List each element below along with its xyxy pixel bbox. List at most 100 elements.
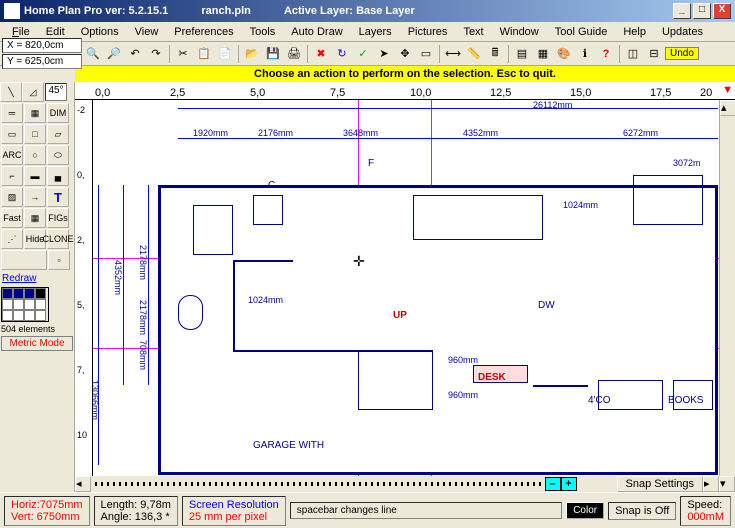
- toolbar-top: X = 820,0cm Y = 625,0cm 🔍 🔎 ↶ ↷ ✂ 📋 📄 📂 …: [0, 42, 735, 66]
- action-hint-bar: Choose an action to perform on the selec…: [75, 66, 735, 82]
- copy-icon[interactable]: 📋: [194, 44, 214, 64]
- clone-tool[interactable]: CLONE: [47, 229, 69, 249]
- scroll-up-button[interactable]: ▴: [720, 100, 735, 116]
- menu-toolguide[interactable]: Tool Guide: [547, 24, 616, 40]
- menu-help[interactable]: Help: [615, 24, 654, 40]
- door-tool[interactable]: ⌐: [1, 166, 23, 186]
- angle-tool[interactable]: ◿: [22, 82, 44, 102]
- scroll-track[interactable]: [95, 482, 541, 486]
- table-tool[interactable]: ▦: [24, 208, 46, 228]
- ellipse-tool[interactable]: ⬭: [47, 145, 69, 165]
- open-icon[interactable]: 📂: [242, 44, 262, 64]
- app-icon: [4, 3, 20, 19]
- redo-icon[interactable]: ↷: [146, 44, 166, 64]
- title-text: Home Plan Pro ver: 5.2.15.1 ranch.pln Ac…: [24, 5, 673, 17]
- menu-preferences[interactable]: Preferences: [166, 24, 241, 40]
- coord-x: X = 820,0cm: [2, 38, 82, 53]
- fast-tool[interactable]: Fast: [1, 208, 23, 228]
- info-icon[interactable]: ℹ: [575, 44, 595, 64]
- hatch-tool[interactable]: ▨: [1, 187, 23, 207]
- color-button[interactable]: Color: [566, 502, 604, 519]
- menu-pictures[interactable]: Pictures: [400, 24, 456, 40]
- menu-updates[interactable]: Updates: [654, 24, 711, 40]
- circle-tool[interactable]: ○: [24, 145, 46, 165]
- statusbar: Horiz:7075mm Vert: 6750mm Length: 9,78m …: [0, 492, 735, 528]
- ruler-vertical: -2 0, 2, 5, 7, 10: [75, 100, 93, 476]
- element-count: 504 elements: [0, 323, 74, 335]
- line-tool[interactable]: ╲: [0, 82, 22, 102]
- move-icon[interactable]: ✥: [395, 44, 415, 64]
- maximize-button[interactable]: □: [693, 3, 711, 19]
- zoom-in-button[interactable]: +: [561, 477, 577, 491]
- status-hint: spacebar changes line: [290, 502, 562, 519]
- arrow-tool[interactable]: →: [24, 187, 46, 207]
- layers-icon[interactable]: ▤: [512, 44, 532, 64]
- print-icon[interactable]: 🖨: [284, 44, 304, 64]
- text-tool[interactable]: T: [47, 187, 69, 207]
- rotate-icon[interactable]: ↻: [332, 44, 352, 64]
- status-position: Horiz:7075mm Vert: 6750mm: [4, 496, 90, 526]
- snap-settings-button[interactable]: Snap Settings: [617, 476, 704, 492]
- pointer-icon[interactable]: ➤: [374, 44, 394, 64]
- menu-window[interactable]: Window: [492, 24, 547, 40]
- status-resolution: Screen Resolution 25 mm per pixel: [182, 496, 286, 526]
- metric-mode[interactable]: Metric Mode: [1, 336, 73, 351]
- blank-tool-1[interactable]: [1, 250, 47, 270]
- ruler-marker-right: ▼: [722, 84, 733, 96]
- scale-icon[interactable]: 📏: [464, 44, 484, 64]
- help-icon[interactable]: ?: [596, 44, 616, 64]
- ungroup-icon[interactable]: ⊟: [644, 44, 664, 64]
- rect-tool[interactable]: ▭: [1, 124, 23, 144]
- redraw-link[interactable]: Redraw: [0, 271, 74, 286]
- figs-tool[interactable]: FIGs: [47, 208, 69, 228]
- zoom-out-button[interactable]: –: [545, 477, 561, 491]
- parallel-tool[interactable]: ═: [1, 103, 23, 123]
- undo-icon[interactable]: ↶: [125, 44, 145, 64]
- dim-tool[interactable]: DIM: [47, 103, 69, 123]
- bottom-control-bar: ◂ – + Snap Settings ▸ ▾: [75, 476, 735, 492]
- titlebar: Home Plan Pro ver: 5.2.15.1 ranch.pln Ac…: [0, 0, 735, 22]
- status-length-angle: Length: 9,78m Angle: 136,3 *: [94, 496, 178, 526]
- zoom-in-icon[interactable]: 🔍: [83, 44, 103, 64]
- scroll-left-button[interactable]: ◂: [75, 476, 91, 492]
- menu-view[interactable]: View: [127, 24, 167, 40]
- fill-icon[interactable]: 🎨: [554, 44, 574, 64]
- dim-icon[interactable]: ⟷: [443, 44, 463, 64]
- scroll-right-button[interactable]: ▸: [703, 476, 719, 492]
- drawing-canvas[interactable]: 26112mm 1920mm 2176mm 3648mm 4352mm 6272…: [93, 100, 719, 476]
- status-snap: Snap is Off: [608, 502, 676, 520]
- save-icon[interactable]: 💾: [263, 44, 283, 64]
- scroll-down-button[interactable]: ▾: [719, 476, 735, 492]
- menu-layers[interactable]: Layers: [351, 24, 400, 40]
- cut-icon[interactable]: ✂: [173, 44, 193, 64]
- status-speed: Speed: 000mM: [680, 496, 731, 526]
- paste-icon[interactable]: 📄: [215, 44, 235, 64]
- select-icon[interactable]: ▭: [416, 44, 436, 64]
- menu-text[interactable]: Text: [455, 24, 491, 40]
- delete-icon[interactable]: ✖: [311, 44, 331, 64]
- angle-deg[interactable]: 45°: [45, 83, 67, 101]
- check-icon[interactable]: ✓: [353, 44, 373, 64]
- square-tool[interactable]: □: [24, 124, 46, 144]
- left-tool-panel: ╲ ◿ 45° ═ ▦ DIM ▭ □ ▱ ARC ○ ⬭ ⌐ ▬ ▄ ▨ → …: [0, 82, 75, 492]
- window-tool[interactable]: ▬: [24, 166, 46, 186]
- hatch-icon[interactable]: ▦: [533, 44, 553, 64]
- stairs-tool[interactable]: ⋰: [1, 229, 23, 249]
- zoom-out-icon[interactable]: 🔎: [104, 44, 124, 64]
- undo-button[interactable]: Undo: [665, 47, 699, 60]
- close-button[interactable]: X: [713, 3, 731, 19]
- menubar: File Edit Options View Preferences Tools…: [0, 22, 735, 42]
- arc-tool[interactable]: ARC: [1, 145, 23, 165]
- poly-tool[interactable]: ▱: [47, 124, 69, 144]
- menu-autodraw[interactable]: Auto Draw: [283, 24, 350, 40]
- group-icon[interactable]: ◫: [623, 44, 643, 64]
- menu-tools[interactable]: Tools: [242, 24, 284, 40]
- calc-icon[interactable]: 🖩: [485, 44, 505, 64]
- color-swatches[interactable]: [1, 287, 49, 322]
- eraser-tool[interactable]: ▫: [48, 250, 70, 270]
- coord-y: Y = 625,0cm: [2, 54, 82, 69]
- scrollbar-vertical[interactable]: ▴: [719, 100, 735, 476]
- wall-tool[interactable]: ▄: [47, 166, 69, 186]
- grid-tool[interactable]: ▦: [24, 103, 46, 123]
- minimize-button[interactable]: _: [673, 3, 691, 19]
